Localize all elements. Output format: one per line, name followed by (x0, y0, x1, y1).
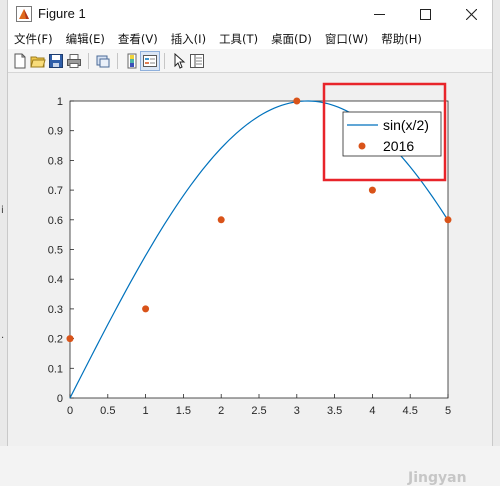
y-tick-label: 0 (57, 393, 63, 405)
title-bar[interactable]: Figure 1 (8, 0, 492, 28)
toolbar-separator (117, 53, 118, 69)
x-tick-label: 3 (294, 405, 300, 417)
x-tick-label: 2 (218, 405, 224, 417)
plot-canvas[interactable]: 0 0.5 1 1.5 2 2.5 3 3.5 4 4.5 5 0 0.1 0.2 0.3 0.4 0.5 0.6… (8, 74, 494, 446)
y-tick-label: 0.9 (48, 126, 63, 138)
x-tick-label: 5 (445, 405, 451, 417)
maximize-icon (419, 8, 431, 20)
x-tick-label: 3.5 (327, 405, 342, 417)
matlab-figure-icon (16, 6, 32, 22)
new-figure-icon (14, 53, 26, 69)
close-icon (465, 8, 477, 20)
x-tick-label: 4 (369, 405, 375, 417)
x-tick-label: 0.5 (100, 405, 115, 417)
figure-canvas: 0 0.5 1 1.5 2 2.5 3 3.5 4 4.5 5 0 0.1 0.2 0.3 0.4 0.5 0.6… (8, 74, 494, 486)
data-point-2016 (217, 216, 225, 224)
open-file-button[interactable] (29, 52, 47, 70)
toolbar (8, 49, 492, 73)
y-tick-label: 0.4 (48, 274, 63, 286)
menu-file[interactable]: 文件(F) (8, 31, 60, 47)
watermark: Jingyan (408, 470, 467, 486)
data-point-2016 (368, 186, 376, 194)
legend-label-2016: 2016 (383, 138, 414, 154)
menu-desktop[interactable]: 桌面(D) (265, 31, 319, 47)
link-plot-button[interactable] (94, 52, 112, 70)
window-title: Figure 1 (38, 6, 86, 21)
data-point-2016 (444, 216, 452, 224)
data-point-2016 (66, 335, 74, 343)
legend[interactable]: sin(x/2) 2016 (342, 111, 442, 157)
x-tick-label: 2.5 (251, 405, 266, 417)
save-button[interactable] (47, 52, 65, 70)
edit-plot-icon (174, 53, 186, 69)
menu-tools[interactable]: 工具(T) (213, 31, 265, 47)
print-button[interactable] (65, 52, 83, 70)
legend-point-swatch (358, 142, 366, 150)
insert-legend-icon (143, 55, 157, 67)
menu-help[interactable]: 帮助(H) (375, 31, 429, 47)
property-inspector-icon (190, 54, 204, 68)
print-icon (67, 54, 81, 68)
y-tick-label: 0.2 (48, 334, 63, 346)
save-icon (49, 54, 63, 68)
x-tick-label: 0 (67, 405, 73, 417)
y-tick-label: 0.6 (48, 215, 63, 227)
new-figure-button[interactable] (11, 52, 29, 70)
menu-window[interactable]: 窗口(W) (319, 31, 375, 47)
menu-insert[interactable]: 插入(I) (165, 31, 213, 47)
x-tick-label: 1 (143, 405, 149, 417)
minimize-icon (373, 13, 385, 15)
x-tick-label: 4.5 (403, 405, 418, 417)
y-tick-label: 0.7 (48, 185, 63, 197)
insert-colorbar-button[interactable] (123, 52, 141, 70)
menu-view[interactable]: 查看(V) (112, 31, 165, 47)
insert-legend-button[interactable] (140, 51, 160, 71)
property-inspector-button[interactable] (188, 52, 206, 70)
y-tick-label: 0.3 (48, 304, 63, 316)
x-tick-label: 1.5 (176, 405, 191, 417)
y-tick-label: 0.1 (48, 363, 63, 375)
figure-window: Figure 1 文件(F) 编辑(E) 查看(V) 插入(I) 工具(T) 桌… (7, 0, 494, 486)
legend-label-sin: sin(x/2) (383, 117, 429, 133)
background-text-fragment: i (1, 205, 4, 216)
open-file-icon (30, 56, 46, 68)
insert-colorbar-icon (127, 53, 137, 69)
menu-edit[interactable]: 编辑(E) (60, 31, 112, 47)
minimize-button[interactable] (356, 0, 402, 28)
edit-plot-button[interactable] (170, 52, 188, 70)
toolbar-separator (164, 53, 165, 69)
link-plot-icon (96, 55, 110, 68)
data-point-2016 (142, 305, 150, 313)
data-point-2016 (293, 97, 301, 105)
y-tick-label: 0.8 (48, 155, 63, 167)
toolbar-separator (88, 53, 89, 69)
close-button[interactable] (448, 0, 494, 28)
y-tick-label: 1 (57, 96, 63, 108)
background-text-fragment: . (1, 330, 5, 341)
maximize-button[interactable] (402, 0, 448, 28)
menu-bar: 文件(F) 编辑(E) 查看(V) 插入(I) 工具(T) 桌面(D) 窗口(W… (8, 28, 492, 49)
y-tick-label: 0.5 (48, 245, 63, 257)
